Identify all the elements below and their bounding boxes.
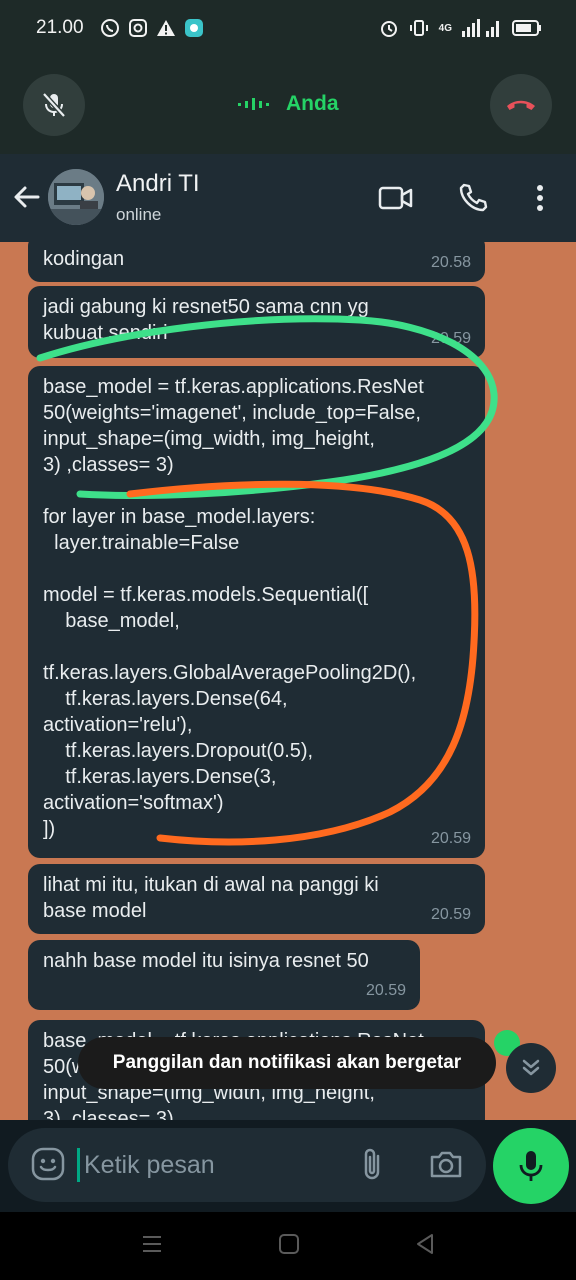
vibrate-icon	[409, 20, 428, 36]
message-bubble[interactable]: base_model = tf.keras.applications.ResNe…	[28, 366, 485, 858]
toast-notification: Panggilan dan notifikasi akan bergetar	[78, 1037, 496, 1089]
voice-call-button[interactable]	[455, 180, 491, 216]
alarm-icon	[380, 21, 397, 37]
notification-icons	[100, 18, 204, 38]
status-bar: 21.00 4G	[0, 0, 576, 58]
mute-button[interactable]	[23, 74, 85, 136]
message-bubble[interactable]: kodingan 20.58	[28, 242, 485, 282]
chevrons-down-icon	[522, 1059, 540, 1076]
system-icons: 4G	[379, 18, 542, 38]
emoji-button[interactable]	[30, 1146, 66, 1187]
avatar-photo	[48, 169, 104, 225]
message-time: 20.59	[430, 330, 471, 347]
signal-icon	[462, 19, 499, 37]
composer	[0, 1120, 576, 1212]
contact-name[interactable]: Andri TI	[116, 170, 200, 198]
audio-wave-icon	[238, 98, 269, 110]
ongoing-call-bar[interactable]: Anda	[0, 58, 576, 154]
message-input[interactable]	[84, 1148, 344, 1182]
message-text: jadi gabung ki resnet50 sama cnn yg kubu…	[43, 296, 369, 344]
system-back-button[interactable]	[413, 1232, 437, 1261]
message-time: 20.59	[365, 982, 406, 999]
whatsapp-icon	[101, 19, 119, 37]
menu-button[interactable]	[522, 180, 558, 216]
home-button[interactable]	[277, 1232, 301, 1261]
chat-header: Andri TI online	[0, 154, 576, 242]
camera-icon	[430, 1151, 462, 1178]
scroll-to-bottom-button[interactable]	[506, 1043, 556, 1093]
phone-icon	[459, 183, 488, 212]
video-call-button[interactable]	[378, 180, 414, 216]
battery-icon	[512, 20, 541, 36]
app-notification-icon	[185, 19, 203, 37]
instagram-icon	[129, 19, 147, 37]
mic-icon	[519, 1151, 543, 1181]
more-vert-icon	[537, 185, 543, 211]
voice-message-button[interactable]	[493, 1128, 569, 1204]
text-cursor	[77, 1148, 80, 1182]
call-label: Anda	[286, 92, 339, 115]
message-text: kodingan	[43, 248, 125, 270]
message-bubble[interactable]: nahh base model itu isinya resnet 50 20.…	[28, 940, 420, 1010]
message-bubble[interactable]: lihat mi itu, itukan di awal na panggi k…	[28, 864, 485, 934]
emoji-icon	[31, 1147, 65, 1181]
message-text: nahh base model itu isinya resnet 50	[43, 950, 369, 972]
status-time: 21.00	[36, 17, 84, 38]
system-nav-bar	[0, 1212, 576, 1280]
chat-area[interactable]: kodingan 20.58 jadi gabung ki resnet50 s…	[0, 242, 576, 1120]
end-call-button[interactable]	[490, 74, 552, 136]
paperclip-icon	[364, 1148, 380, 1180]
network-type-label: 4G	[438, 22, 452, 34]
message-input-box[interactable]	[8, 1128, 486, 1202]
avatar[interactable]	[48, 169, 104, 225]
back-button[interactable]	[10, 180, 44, 214]
warning-icon	[157, 20, 175, 36]
mic-off-icon	[42, 92, 66, 118]
camera-button[interactable]	[428, 1146, 464, 1187]
message-bubble[interactable]: jadi gabung ki resnet50 sama cnn yg kubu…	[28, 286, 485, 358]
call-status: Anda	[238, 92, 339, 116]
arrow-back-icon	[14, 186, 40, 208]
triangle-back-icon	[417, 1234, 433, 1254]
videocam-icon	[378, 186, 413, 210]
menu-lines-icon	[143, 1236, 161, 1252]
contact-status: online	[116, 205, 162, 224]
message-text: base_model = tf.keras.applications.ResNe…	[43, 376, 424, 840]
recent-apps-button[interactable]	[140, 1232, 164, 1261]
message-time: 20.58	[430, 254, 471, 271]
message-time: 20.59	[430, 830, 471, 847]
attach-button[interactable]	[358, 1146, 388, 1189]
message-time: 20.59	[430, 906, 471, 923]
call-end-icon	[507, 100, 535, 110]
message-text: lihat mi itu, itukan di awal na panggi k…	[43, 874, 379, 922]
home-square-icon	[279, 1234, 299, 1254]
